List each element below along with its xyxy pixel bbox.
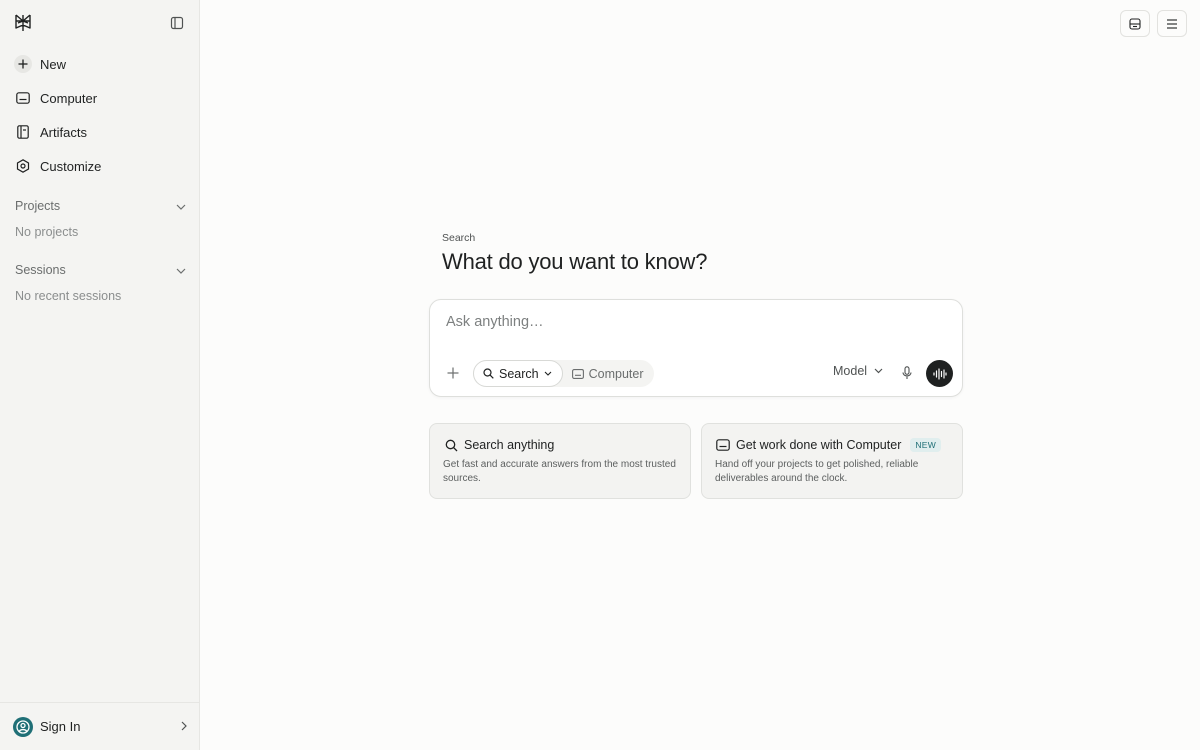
artifacts-icon <box>14 123 32 141</box>
projects-title: Projects <box>15 199 61 213</box>
card-description: Hand off your projects to get polished, … <box>715 459 919 484</box>
computer-icon <box>14 89 32 107</box>
projects-empty-text: No projects <box>15 225 79 239</box>
model-select[interactable]: Model <box>833 364 883 378</box>
sidebar-item-label: New <box>40 56 67 72</box>
voice-mode-icon[interactable] <box>926 360 953 387</box>
sidebar: New Computer Artifacts Customize Project… <box>0 0 200 750</box>
computer-card[interactable]: Get work done with Computer NEW Hand off… <box>701 423 963 499</box>
sidebar-item-new[interactable]: New <box>6 49 194 79</box>
card-title-row: Search anything <box>443 437 677 453</box>
chevron-down-icon <box>874 368 883 374</box>
card-title: Search anything <box>464 438 555 452</box>
card-title-row: Get work done with Computer NEW <box>715 437 949 453</box>
model-label: Model <box>833 364 868 378</box>
page-title: What do you want to know? <box>442 249 708 274</box>
plus-icon <box>14 55 32 73</box>
chevron-down-icon <box>176 199 186 213</box>
mode-search-button[interactable]: Search <box>473 360 563 387</box>
search-icon <box>483 368 494 379</box>
search-anything-card[interactable]: Search anything Get fast and accurate an… <box>429 423 691 499</box>
page-eyebrow: Search <box>442 232 476 244</box>
sign-in-label: Sign In <box>40 719 81 734</box>
chevron-down-icon <box>544 371 552 376</box>
sidebar-item-computer[interactable]: Computer <box>6 83 194 113</box>
share-icon[interactable] <box>1120 10 1150 37</box>
attach-plus-icon[interactable] <box>444 364 462 382</box>
mode-search-label: Search <box>499 366 539 381</box>
composer: Search Computer Model <box>429 299 963 397</box>
mode-selector: Search Computer <box>473 360 654 387</box>
chevron-down-icon <box>176 263 186 277</box>
customize-icon <box>14 157 32 175</box>
sessions-section-header[interactable]: Sessions <box>6 258 194 282</box>
sidebar-item-label: Artifacts <box>40 124 87 140</box>
chevron-right-icon <box>181 718 187 736</box>
collapse-sidebar-icon[interactable] <box>168 14 186 32</box>
search-input[interactable] <box>446 314 926 330</box>
logo-icon[interactable] <box>13 13 33 33</box>
card-title: Get work done with Computer <box>736 438 902 452</box>
card-description: Get fast and accurate answers from the m… <box>443 459 676 484</box>
menu-icon[interactable] <box>1157 10 1187 37</box>
microphone-icon[interactable] <box>899 365 915 381</box>
sessions-empty-text: No recent sessions <box>15 289 122 303</box>
computer-icon <box>571 368 584 379</box>
mode-computer-label: Computer <box>588 366 644 381</box>
mode-computer-button[interactable]: Computer <box>563 360 654 387</box>
sidebar-item-customize[interactable]: Customize <box>6 151 194 181</box>
new-badge: NEW <box>910 438 942 452</box>
computer-icon <box>715 437 731 453</box>
sidebar-item-label: Computer <box>40 90 98 106</box>
search-icon <box>443 437 459 453</box>
projects-section-header[interactable]: Projects <box>6 194 194 218</box>
sidebar-item-artifacts[interactable]: Artifacts <box>6 117 194 147</box>
sidebar-item-label: Customize <box>40 158 102 174</box>
sign-in-button[interactable]: Sign In <box>0 702 199 750</box>
sessions-title: Sessions <box>15 263 66 277</box>
avatar <box>13 716 33 737</box>
